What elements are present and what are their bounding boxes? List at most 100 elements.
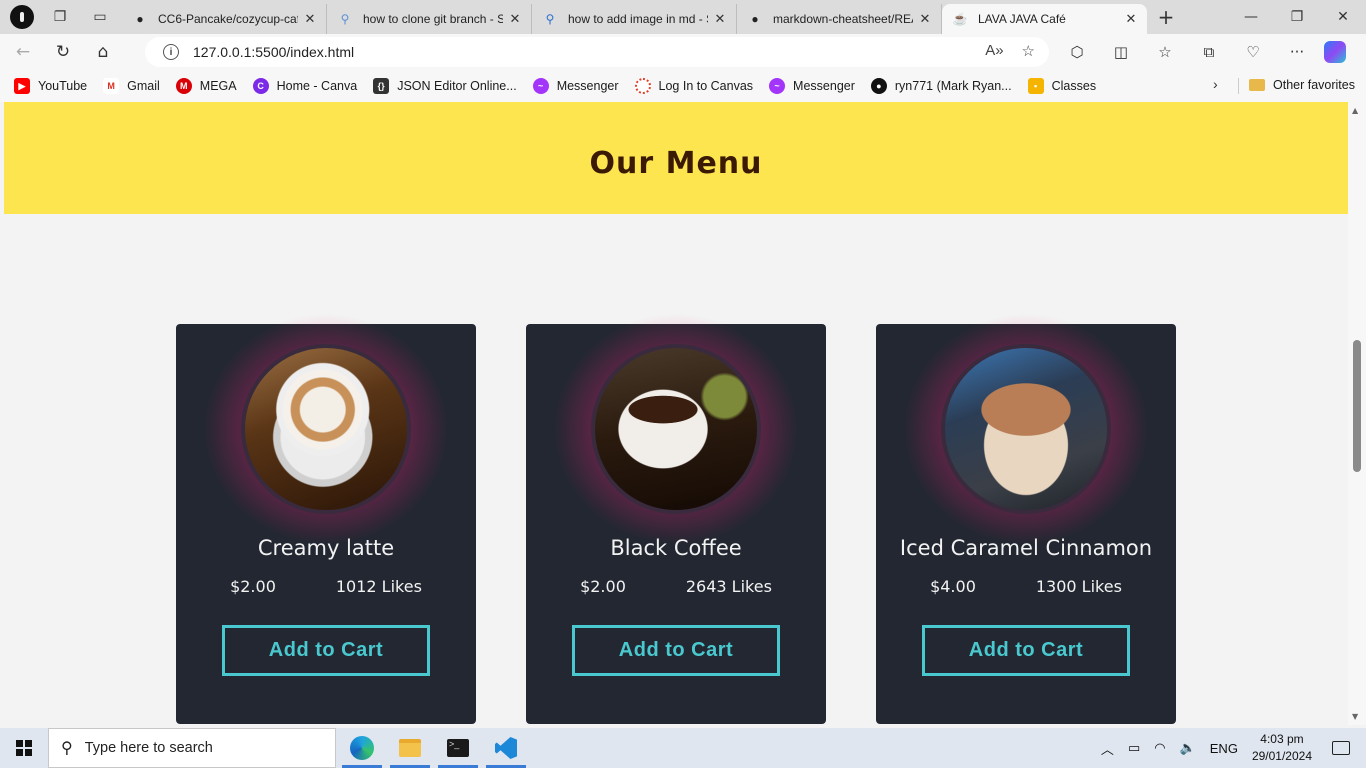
close-tab-icon[interactable]: ✕ xyxy=(1123,11,1139,27)
tab-clone-git[interactable]: ⚲ how to clone git branch - S ✕ xyxy=(327,4,532,34)
favorite-youtube[interactable]: ▶ YouTube xyxy=(14,78,87,94)
browser-essentials-icon[interactable]: ♡ xyxy=(1236,37,1270,67)
tab-title: CC6-Pancake/cozycup-cafe xyxy=(158,12,298,26)
favorite-label: Messenger xyxy=(793,79,855,93)
notifications-icon[interactable] xyxy=(1332,741,1350,755)
address-bar[interactable]: i 127.0.0.1:5500/index.html A» ☆ xyxy=(145,37,1049,67)
favorite-label: Classes xyxy=(1051,79,1097,93)
scroll-up-icon[interactable]: ▲ xyxy=(1352,106,1358,115)
favorite-gmail[interactable]: M Gmail xyxy=(103,78,160,94)
page-scrollbar[interactable]: ▲ ▼ xyxy=(1348,102,1366,725)
close-tab-icon[interactable]: ✕ xyxy=(712,11,728,27)
messenger-icon: ~ xyxy=(532,78,549,94)
close-window-icon[interactable]: ✕ xyxy=(1320,0,1366,34)
battery-icon[interactable]: ▭ xyxy=(1128,740,1140,756)
item-name: Creamy latte xyxy=(257,536,395,560)
copilot-icon[interactable] xyxy=(1324,41,1346,63)
extensions-icon[interactable]: ⬡ xyxy=(1060,37,1094,67)
page-viewport: Our Menu Creamy latte $2.00 1012 Likes A… xyxy=(4,102,1348,725)
favorites-divider xyxy=(1238,78,1239,94)
site-info-icon[interactable]: i xyxy=(163,44,179,60)
close-tab-icon[interactable]: ✕ xyxy=(917,11,933,27)
profile-avatar[interactable] xyxy=(10,5,34,29)
favorite-messenger-2[interactable]: ~ Messenger xyxy=(769,78,855,94)
tab-strip: ❐ ▭ ● CC6-Pancake/cozycup-cafe ✕ ⚲ how t… xyxy=(0,0,1366,34)
scroll-down-icon[interactable]: ▼ xyxy=(1352,712,1358,721)
favorite-canvas-login[interactable]: Log In to Canvas xyxy=(634,78,753,94)
tab-markdown-cheatsheet[interactable]: ● markdown-cheatsheet/REA ✕ xyxy=(737,4,942,34)
close-tab-icon[interactable]: ✕ xyxy=(507,11,523,27)
canva-icon: C xyxy=(252,78,269,94)
json-icon: {} xyxy=(373,78,390,94)
more-menu-icon[interactable]: ··· xyxy=(1280,37,1314,67)
other-favorites[interactable]: Other favorites xyxy=(1249,78,1355,92)
tab-cozycup[interactable]: ● CC6-Pancake/cozycup-cafe ✕ xyxy=(122,4,327,34)
tab-title: markdown-cheatsheet/REA xyxy=(773,12,913,26)
windows-icon xyxy=(16,740,32,756)
mega-icon: M xyxy=(175,78,192,94)
tab-image-md[interactable]: ⚲ how to add image in md - S ✕ xyxy=(532,4,737,34)
new-tab-icon[interactable]: + xyxy=(1151,2,1181,32)
toolbar-icons: ⬡ ◫ ☆ ⧉ ♡ ··· xyxy=(1060,34,1356,70)
favorite-star-icon[interactable]: ☆ xyxy=(1022,42,1035,60)
scrollbar-thumb[interactable] xyxy=(1353,340,1361,472)
wifi-icon[interactable]: ◠ xyxy=(1154,740,1165,756)
favorite-label: Home - Canva xyxy=(276,79,358,93)
menu-title: Our Menu xyxy=(589,145,763,181)
read-aloud-icon[interactable]: A» xyxy=(985,42,1003,60)
taskbar-file-explorer[interactable] xyxy=(386,728,434,768)
favorite-label: ryn771 (Mark Ryan... xyxy=(894,79,1012,93)
favorite-label: Messenger xyxy=(556,79,619,93)
clock[interactable]: 4:03 pm 29/01/2024 xyxy=(1252,731,1312,765)
taskbar-edge[interactable] xyxy=(338,728,386,768)
favorite-classes[interactable]: ▪ Classes xyxy=(1027,78,1097,94)
add-to-cart-button[interactable]: Add to Cart xyxy=(222,625,430,676)
collections-icon[interactable]: ⧉ xyxy=(1192,37,1226,67)
close-tab-icon[interactable]: ✕ xyxy=(302,11,318,27)
favorite-mega[interactable]: M MEGA xyxy=(175,78,237,94)
add-to-cart-button[interactable]: Add to Cart xyxy=(922,625,1130,676)
tab-lava-java[interactable]: ☕ LAVA JAVA Café ✕ xyxy=(942,4,1147,34)
language-indicator[interactable]: ENG xyxy=(1210,741,1238,756)
github-icon: ● xyxy=(751,12,759,26)
start-button[interactable] xyxy=(0,728,48,768)
taskbar-terminal[interactable]: >_ xyxy=(434,728,482,768)
search-icon: ⚲ xyxy=(340,12,350,26)
chevron-right-icon[interactable]: › xyxy=(1213,76,1218,92)
url-text[interactable]: 127.0.0.1:5500/index.html xyxy=(193,44,354,60)
favorite-canva[interactable]: C Home - Canva xyxy=(252,78,358,94)
restore-icon[interactable]: ❐ xyxy=(1274,0,1320,34)
workspaces-icon[interactable]: ❐ xyxy=(46,3,74,31)
favorites-icon[interactable]: ☆ xyxy=(1148,37,1182,67)
tab-actions-icon[interactable]: ▭ xyxy=(86,3,114,31)
taskbar: ⚲ Type here to search >_ ︿ ▭ ◠ 🔈 ENG 4:0… xyxy=(0,728,1366,768)
favorite-label: MEGA xyxy=(199,79,237,93)
taskbar-search[interactable]: ⚲ Type here to search xyxy=(48,728,336,768)
back-icon[interactable]: ← xyxy=(6,37,40,67)
refresh-icon[interactable]: ↻ xyxy=(46,37,80,67)
minimize-icon[interactable]: — xyxy=(1228,0,1274,34)
volume-icon[interactable]: 🔈 xyxy=(1180,740,1196,756)
gmail-icon: M xyxy=(103,78,120,94)
tab-title: how to add image in md - S xyxy=(568,12,708,26)
github-icon: ● xyxy=(870,78,887,94)
menu-card-black-coffee: Black Coffee $2.00 2643 Likes Add to Car… xyxy=(526,314,826,724)
home-icon[interactable]: ⌂ xyxy=(86,37,120,67)
taskbar-vscode[interactable] xyxy=(482,728,530,768)
clock-date: 29/01/2024 xyxy=(1251,749,1312,763)
add-to-cart-button[interactable]: Add to Cart xyxy=(572,625,780,676)
favorite-json-editor[interactable]: {} JSON Editor Online... xyxy=(373,78,517,94)
item-meta: $4.00 1300 Likes xyxy=(876,577,1176,596)
item-meta: $2.00 1012 Likes xyxy=(176,577,476,596)
item-price: $4.00 xyxy=(930,577,976,596)
favorite-github-profile[interactable]: ● ryn771 (Mark Ryan... xyxy=(870,78,1012,94)
canvas-icon xyxy=(634,78,651,94)
favorite-messenger[interactable]: ~ Messenger xyxy=(532,78,619,94)
menu-card-latte: Creamy latte $2.00 1012 Likes Add to Car… xyxy=(176,314,476,724)
menu-card-iced-caramel: Iced Caramel Cinnamon $4.00 1300 Likes A… xyxy=(876,314,1176,724)
search-icon: ⚲ xyxy=(61,740,73,757)
chevron-up-icon[interactable]: ︿ xyxy=(1101,739,1114,758)
item-likes: 1012 Likes xyxy=(335,577,422,596)
split-screen-icon[interactable]: ◫ xyxy=(1104,37,1138,67)
tab-title: how to clone git branch - S xyxy=(363,12,503,26)
